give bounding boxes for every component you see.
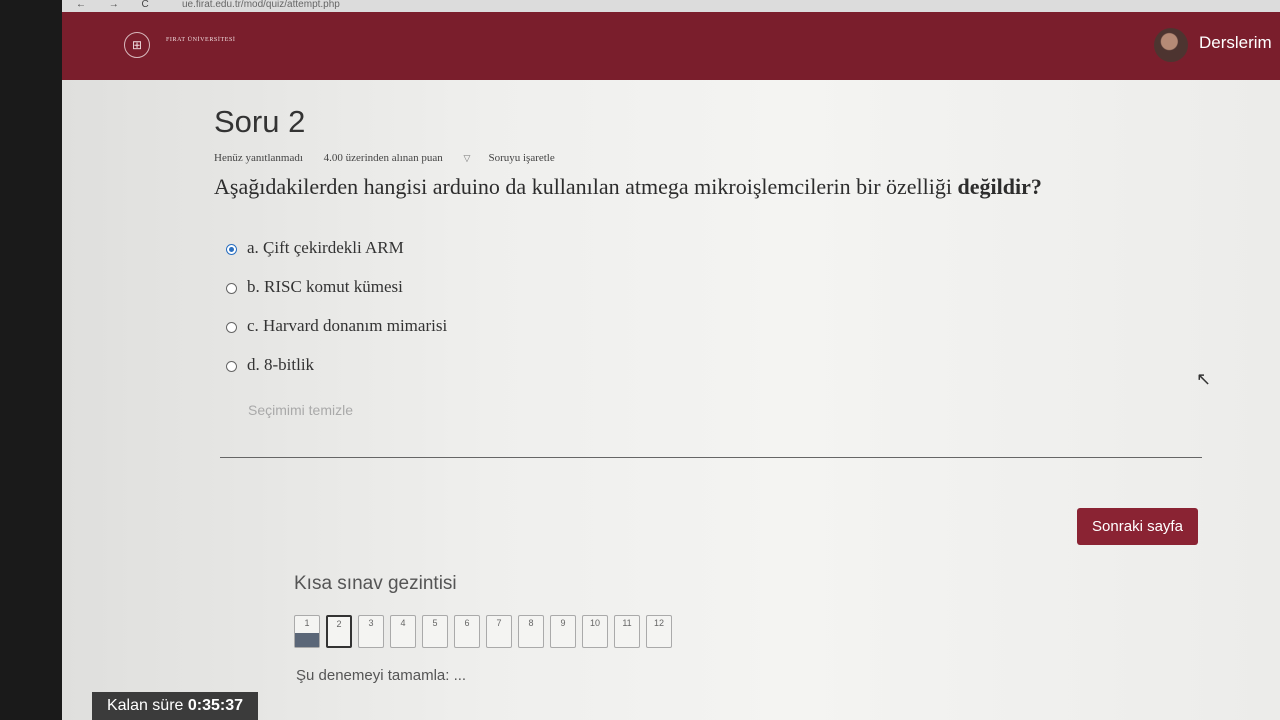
university-seal-icon[interactable]: ⊞ — [124, 32, 150, 58]
quiz-nav-button-8[interactable]: 8 — [518, 615, 544, 648]
quiz-nav-button-4[interactable]: 4 — [390, 615, 416, 648]
timer-label: Kalan süre — [106, 697, 184, 714]
question-info: Henüz yanıtlanmadı 4.00 üzerinden alınan… — [214, 152, 591, 164]
question-text: Aşağıdakilerden hangisi arduino da kulla… — [214, 174, 1224, 200]
quiz-nav-number: 5 — [432, 618, 438, 628]
main-content: Soru 2 Henüz yanıtlanmadı 4.00 üzerinden… — [62, 80, 1280, 720]
flag-question-label: Soruyu işaretle — [488, 152, 555, 164]
browser-url-bar[interactable]: ← → C ue.firat.edu.tr/mod/quiz/attempt.p… — [62, 0, 1280, 12]
answer-option-d[interactable]: d. 8-bitlik — [222, 355, 447, 394]
browser-nav-icons[interactable]: ← → C — [76, 0, 159, 10]
quiz-nav-button-5[interactable]: 5 — [422, 615, 448, 648]
answer-radio-c[interactable] — [226, 322, 237, 333]
clear-choice-link[interactable]: Seçimimi temizle — [248, 402, 353, 418]
quiz-nav-number: 6 — [464, 618, 470, 628]
answer-label-d[interactable]: d. 8-bitlik — [247, 355, 314, 375]
quiz-nav-number: 8 — [528, 618, 534, 628]
quiz-nav-number: 4 — [400, 618, 406, 628]
quiz-navigation-title: Kısa sınav gezintisi — [294, 573, 457, 594]
quiz-nav-number: 2 — [336, 619, 342, 629]
next-page-button[interactable]: Sonraki sayfa — [1077, 508, 1198, 545]
quiz-nav-number: 1 — [304, 618, 310, 628]
quiz-nav-button-6[interactable]: 6 — [454, 615, 480, 648]
quiz-nav-button-10[interactable]: 10 — [582, 615, 608, 648]
remaining-time-box: Kalan süre 0:35:37 — [92, 692, 258, 720]
question-status: Henüz yanıtlanmadı — [214, 152, 303, 164]
answer-option-b[interactable]: b. RISC komut kümesi — [222, 277, 447, 316]
answer-label-c[interactable]: c. Harvard donanım mimarisi — [247, 316, 447, 336]
question-points: 4.00 üzerinden alınan puan — [323, 152, 443, 164]
answered-indicator — [295, 633, 319, 647]
quiz-nav-number: 7 — [496, 618, 502, 628]
finish-attempt-link[interactable]: Şu denemeyi tamamla: ... — [296, 667, 466, 684]
flag-icon: ▽ — [463, 153, 471, 163]
quiz-nav-button-1[interactable]: 1 — [294, 615, 320, 648]
quiz-nav-button-3[interactable]: 3 — [358, 615, 384, 648]
user-avatar[interactable] — [1154, 28, 1188, 62]
browser-screen: ← → C ue.firat.edu.tr/mod/quiz/attempt.p… — [62, 0, 1280, 720]
quiz-navigation-buttons: 1 2 3 4 5 6 7 8 9 10 11 12 — [294, 615, 672, 648]
quiz-nav-button-9[interactable]: 9 — [550, 615, 576, 648]
site-logo-text[interactable]: FIRAT ÜNİVERSİTESİ — [166, 37, 236, 44]
quiz-nav-number: 3 — [368, 618, 374, 628]
quiz-nav-number: 10 — [589, 618, 600, 628]
url-text[interactable]: ue.firat.edu.tr/mod/quiz/attempt.php — [182, 0, 340, 10]
my-courses-link[interactable]: Derslerim — [1199, 33, 1272, 53]
question-text-main: Aşağıdakilerden hangisi arduino da kulla… — [214, 174, 958, 199]
divider — [220, 457, 1202, 458]
question-text-suffix: ? — [1030, 174, 1042, 199]
quiz-nav-button-11[interactable]: 11 — [614, 615, 640, 648]
quiz-nav-number: 9 — [560, 618, 566, 628]
quiz-nav-button-7[interactable]: 7 — [486, 615, 512, 648]
quiz-nav-number: 11 — [622, 618, 632, 628]
quiz-nav-button-12[interactable]: 12 — [646, 615, 672, 648]
site-header: ⊞ FIRAT ÜNİVERSİTESİ Derslerim — [62, 12, 1280, 80]
answer-option-c[interactable]: c. Harvard donanım mimarisi — [222, 316, 447, 355]
question-title: Soru 2 — [214, 104, 306, 139]
quiz-nav-number: 12 — [653, 618, 664, 628]
answer-label-a[interactable]: a. Çift çekirdekli ARM — [247, 238, 404, 258]
answer-radio-b[interactable] — [226, 283, 237, 294]
flag-question-link[interactable]: ▽ Soruyu işaretle — [464, 152, 573, 164]
question-text-emphasis: değildir — [957, 174, 1031, 199]
answer-label-b[interactable]: b. RISC komut kümesi — [247, 277, 403, 297]
timer-value: 0:35:37 — [187, 697, 244, 714]
mouse-cursor-icon: ↖ — [1196, 369, 1212, 389]
answer-option-a[interactable]: a. Çift çekirdekli ARM — [222, 238, 447, 277]
quiz-nav-button-2[interactable]: 2 — [326, 615, 352, 648]
answer-radio-a[interactable] — [226, 244, 237, 255]
answer-radio-d[interactable] — [226, 361, 237, 372]
answer-options: a. Çift çekirdekli ARM b. RISC komut küm… — [222, 238, 447, 394]
